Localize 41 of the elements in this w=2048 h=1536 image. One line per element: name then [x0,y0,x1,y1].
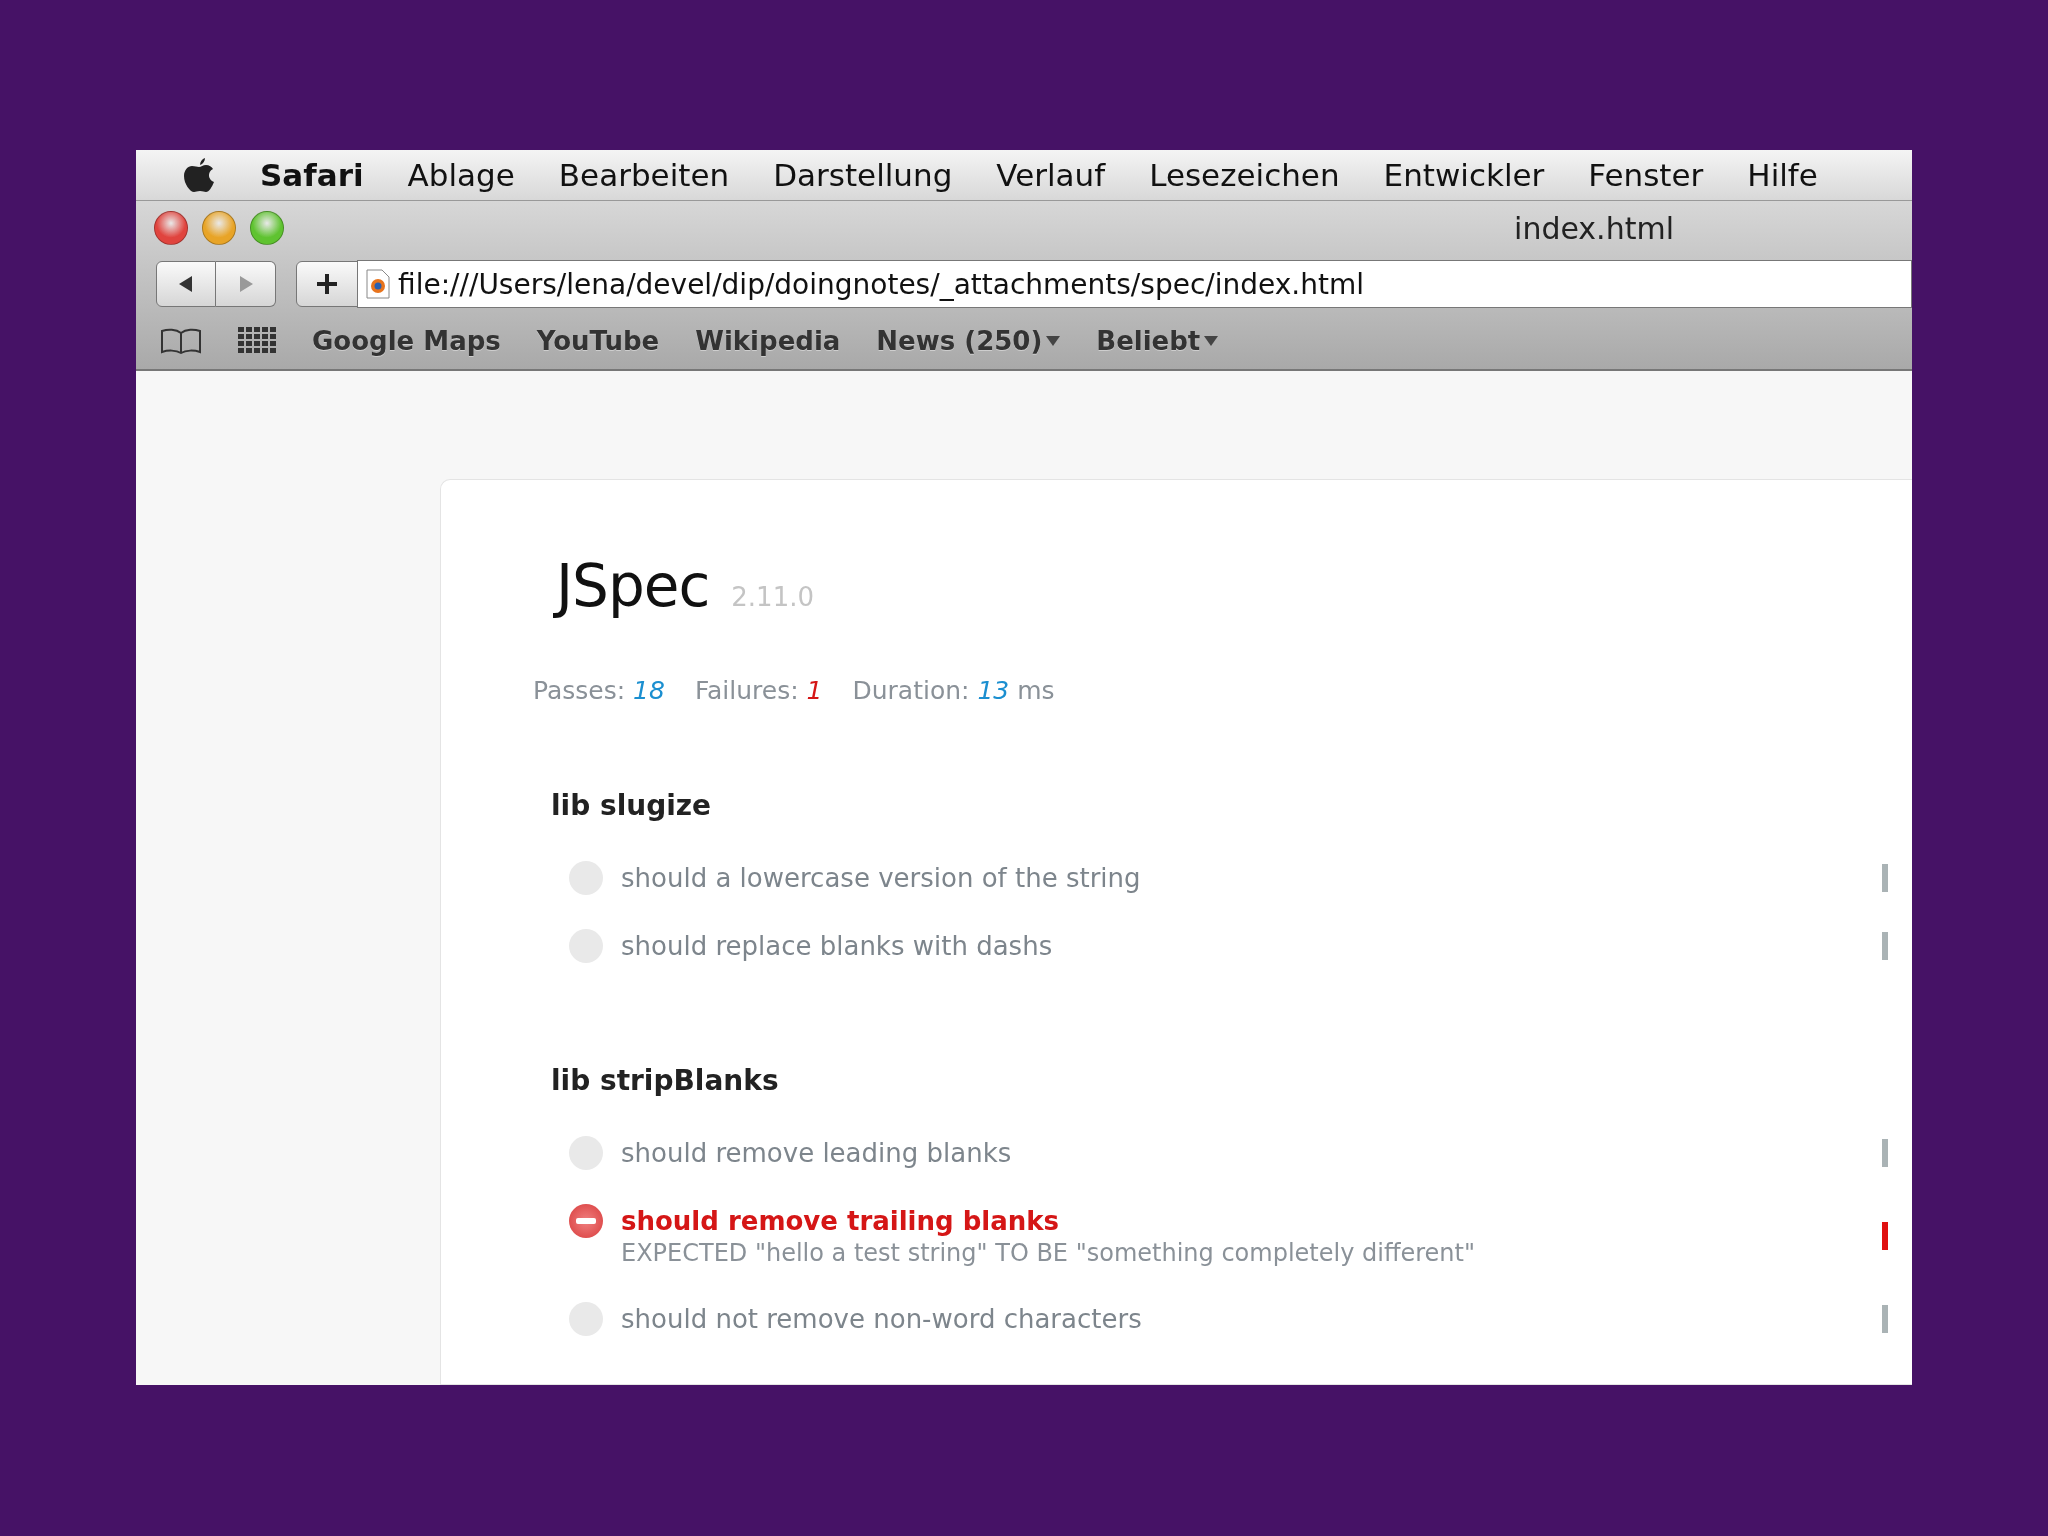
test-name: should remove trailing blanks [621,1205,1061,1238]
menu-item[interactable]: Verlauf [996,157,1106,193]
bookmark-link[interactable]: Google Maps [312,326,501,356]
bookmark-link[interactable]: YouTube [536,326,660,356]
test-name: should replace blanks with dashs [621,930,1053,963]
suite-heading: lib stripBlanks [551,1064,780,1097]
window-title: index.html [1514,210,1674,246]
bookmark-link[interactable]: News (250) [876,326,1061,356]
address-field[interactable]: file:///Users/lena/devel/dip/doingnotes/_attachments/spec/index.html [357,260,1912,308]
stat-text: Passes: 18 [533,676,665,705]
test-name: should remove leading blanks [621,1137,1012,1170]
menu-item[interactable]: Entwickler [1383,157,1545,193]
menu-item[interactable]: Safari [260,157,364,193]
bookmark-link[interactable]: Wikipedia [695,326,841,356]
menu-item[interactable]: Fenster [1588,157,1704,193]
apple-logo-icon[interactable] [182,156,216,194]
back-button[interactable] [156,261,216,307]
suite-heading: lib slugize [551,789,713,822]
menu-item[interactable]: Hilfe [1747,157,1818,193]
caret-icon [1204,336,1219,346]
failure-message: EXPECTED "hello a test string" TO BE "something completely different" [621,1238,1475,1268]
plus-icon [315,272,339,296]
zoom-button[interactable] [250,211,284,245]
version-label: 2.11.0 [731,582,814,612]
close-button[interactable] [154,211,188,245]
grid-icon[interactable] [238,327,276,355]
caret-icon [1046,336,1061,346]
menu-item[interactable]: Ablage [407,157,515,193]
menu-item[interactable]: Bearbeiten [558,157,730,193]
stat-text: Duration: 13 ms [852,676,1055,705]
menu-item[interactable]: Lesezeichen [1149,157,1340,193]
forward-button[interactable] [216,261,276,307]
menu-item[interactable]: Darstellung [773,157,953,193]
file-icon [366,269,390,299]
minimize-button[interactable] [202,211,236,245]
book-icon[interactable] [160,328,202,354]
test-name: should not remove non-word characters [621,1303,1142,1336]
stat-text: Failures: 1 [694,676,823,705]
test-name: should a lowercase version of the string [621,862,1141,895]
bookmark-link[interactable]: Beliebt [1096,326,1219,356]
add-bookmark-button[interactable] [296,261,358,307]
